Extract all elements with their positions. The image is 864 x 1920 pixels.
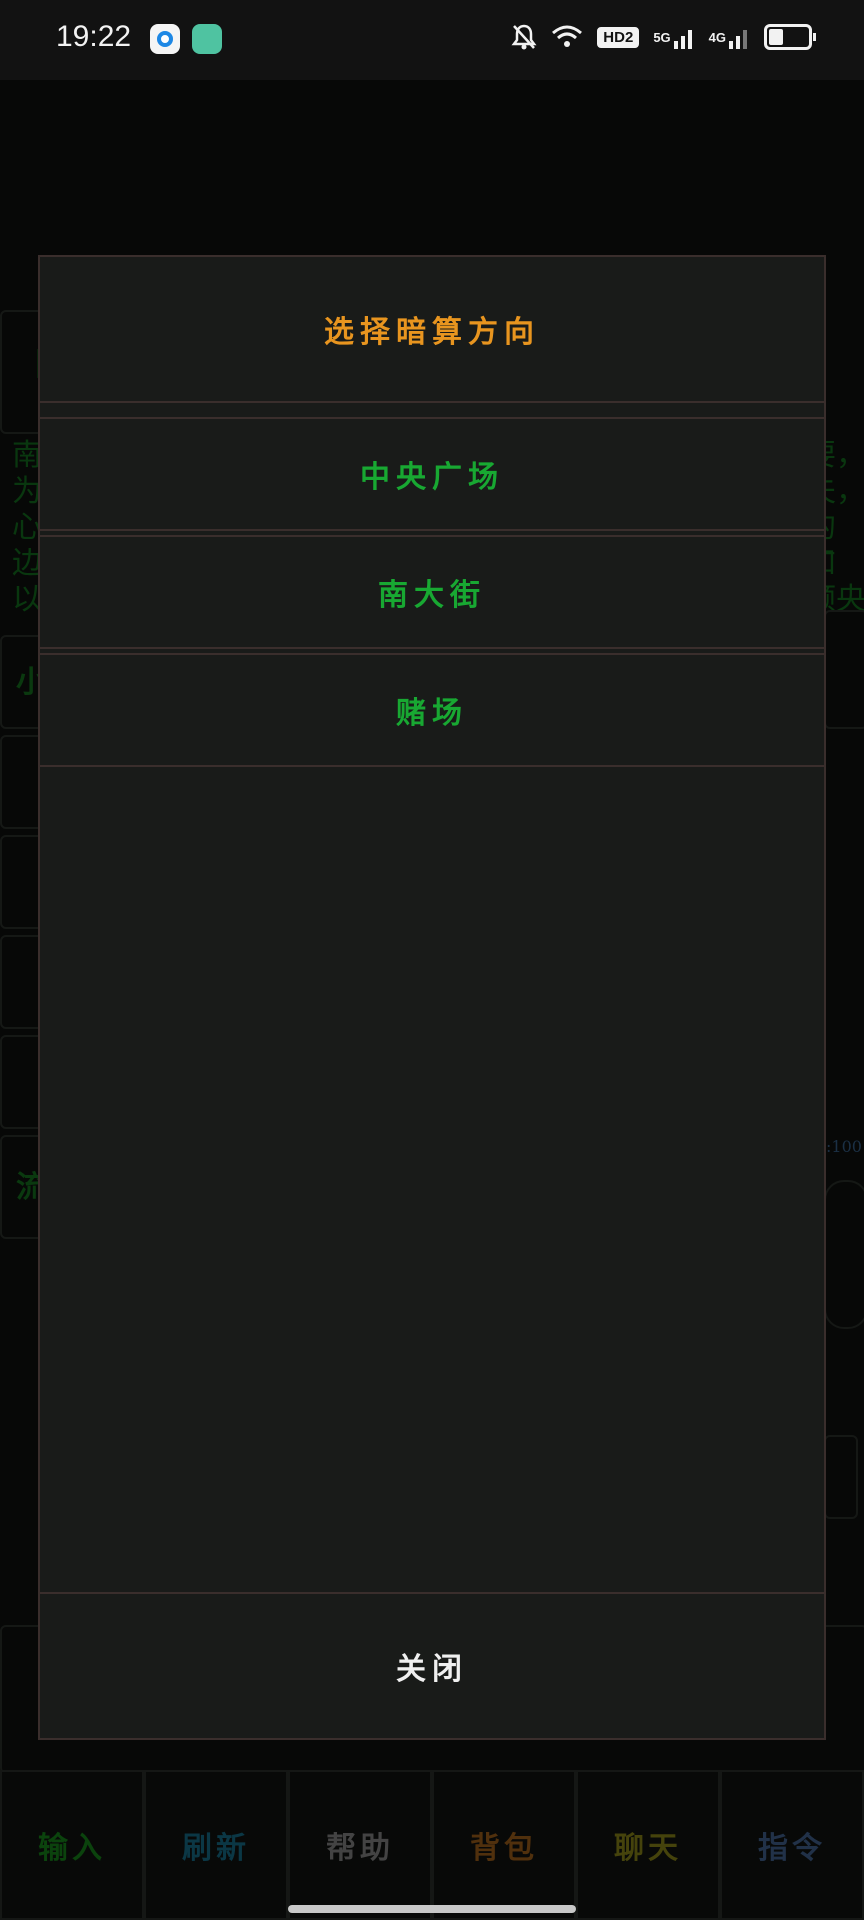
dialog-title: 选择暗算方向 [40, 257, 824, 403]
signal-5g-icon: 5G [653, 22, 694, 52]
close-button[interactable]: 关闭 [40, 1592, 824, 1738]
signal-4g-icon: 4G [709, 22, 750, 52]
home-indicator[interactable] [288, 1905, 576, 1913]
option-central-plaza[interactable]: 中央广场 [40, 417, 824, 531]
status-bar: 19:22 HD2 5G 4G [0, 0, 864, 80]
option-south-street[interactable]: 南大街 [40, 535, 824, 649]
app-blue-circle-icon [150, 24, 180, 54]
mute-bell-icon [511, 22, 537, 52]
wifi-icon [551, 22, 583, 52]
status-icons: HD2 5G 4G [511, 22, 816, 52]
option-casino[interactable]: 赌场 [40, 653, 824, 767]
status-time: 19:22 [56, 20, 132, 53]
hd-icon: HD2 [597, 22, 640, 52]
app-green-icon [192, 24, 222, 54]
battery-icon [764, 22, 816, 52]
direction-dialog: 选择暗算方向 中央广场 南大街 赌场 关闭 [38, 255, 826, 1740]
